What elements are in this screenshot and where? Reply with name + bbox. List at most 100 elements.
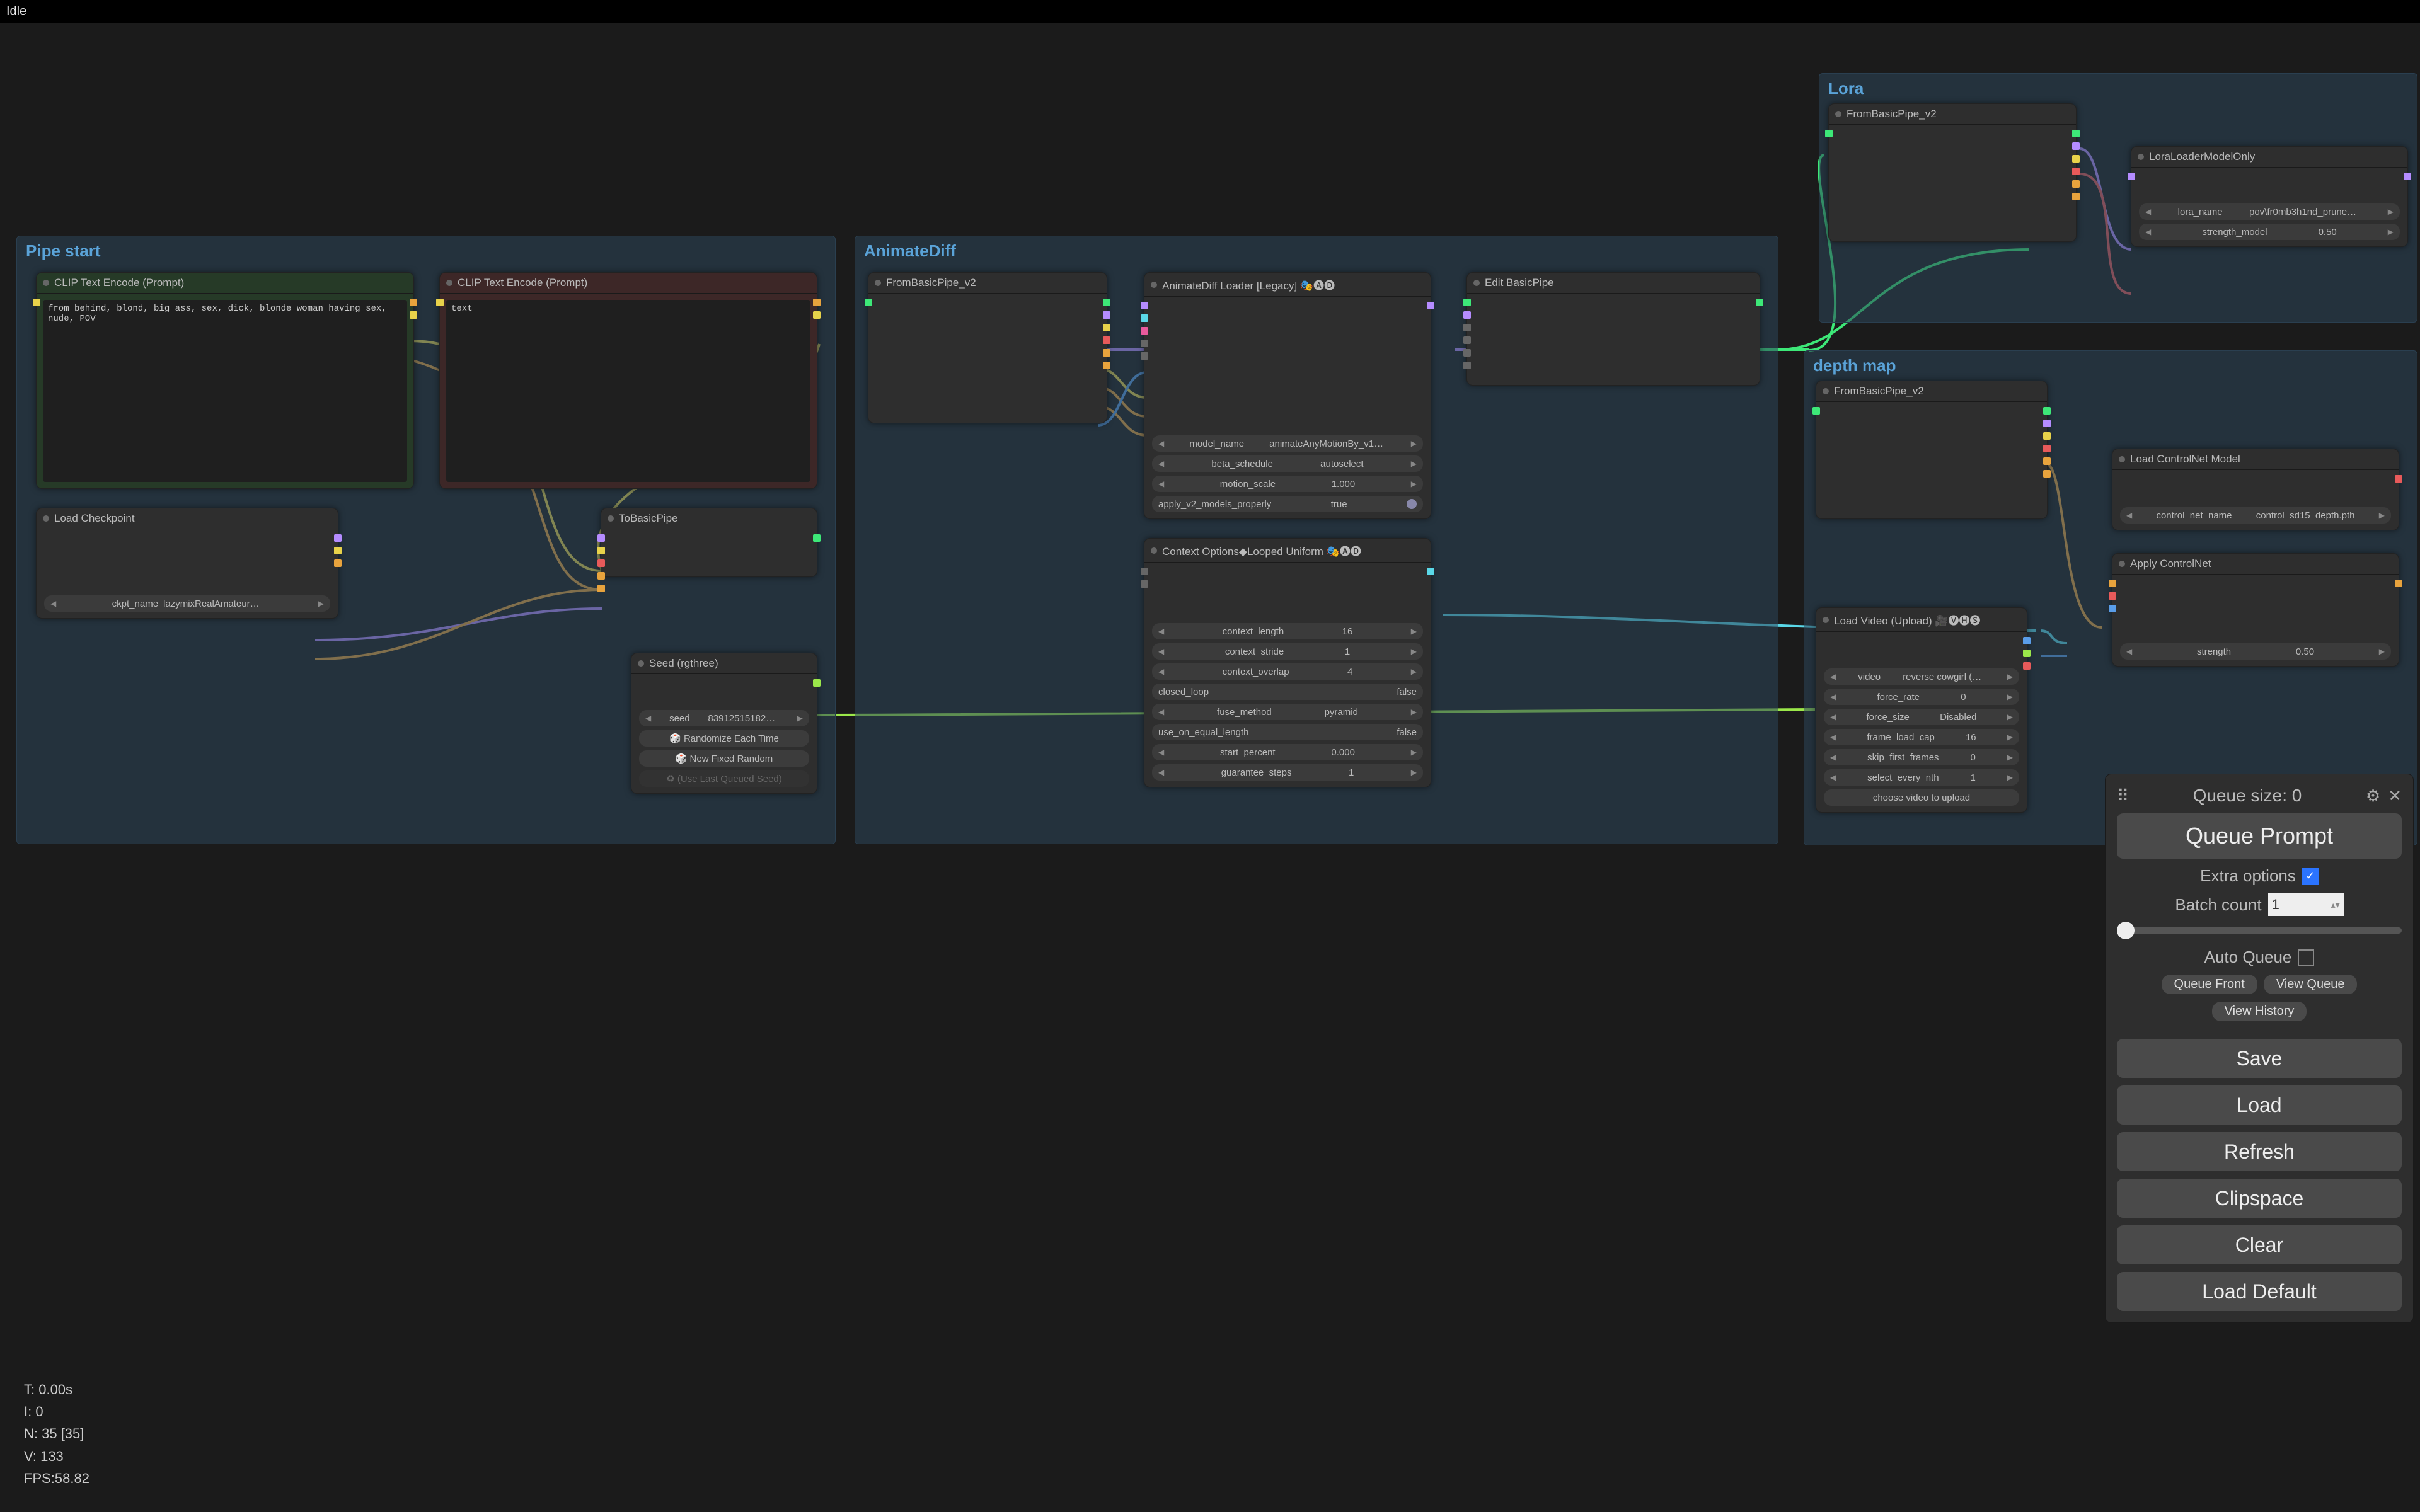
lora-name-widget[interactable]: ◀lora_namepov\fr0mb3h1nd_pruned.safetens… [2139, 203, 2400, 220]
randomize-each-time-button[interactable]: 🎲 Randomize Each Time [639, 730, 809, 747]
node-canvas[interactable]: Pipe start CLIP Text Encode (Prompt) fro… [0, 23, 2420, 1512]
select-every-nth-widget[interactable]: ◀select_every_nth1▶ [1824, 769, 2019, 786]
node-clip-text-encode-positive[interactable]: CLIP Text Encode (Prompt) from behind, b… [36, 272, 414, 489]
model-name-widget[interactable]: ◀model_nameanimateAnyMotionBy_v10.ckpt▶ [1152, 435, 1423, 452]
node-from-basicpipe-depth[interactable]: FromBasicPipe_v2 [1816, 381, 2048, 519]
batch-slider[interactable] [2117, 927, 2402, 934]
settings-icon[interactable]: ⚙ [2366, 786, 2380, 806]
top-bar: Idle [0, 0, 2420, 23]
group-title: Lora [1819, 74, 2417, 103]
node-clip-text-encode-negative[interactable]: CLIP Text Encode (Prompt) text [439, 272, 817, 489]
group-title: depth map [1804, 351, 2417, 381]
control-net-name-widget[interactable]: ◀control_net_namecontrol_sd15_depth.pth▶ [2120, 507, 2391, 524]
fuse-method-widget[interactable]: ◀fuse_methodpyramid▶ [1152, 704, 1423, 720]
auto-queue-label: Auto Queue [2204, 948, 2292, 967]
batch-count-input[interactable]: 1▴▾ [2268, 893, 2344, 916]
stat-t: T: 0.00s [24, 1378, 89, 1400]
node-title: Apply ControlNet [2112, 554, 2399, 575]
new-fixed-random-button[interactable]: 🎲 New Fixed Random [639, 750, 809, 767]
node-to-basicpipe[interactable]: ToBasicPipe [601, 508, 817, 577]
node-load-controlnet-model[interactable]: Load ControlNet Model ◀control_net_namec… [2112, 449, 2399, 530]
node-load-video-upload[interactable]: Load Video (Upload) 🎥🅥🅗🅢 ◀videoreverse c… [1816, 607, 2027, 813]
node-title: Load Checkpoint [37, 508, 338, 529]
node-title: CLIP Text Encode (Prompt) [37, 273, 413, 294]
node-apply-controlnet[interactable]: Apply ControlNet ◀strength0.50▶ [2112, 553, 2399, 667]
group-title: Pipe start [17, 236, 835, 266]
closed-loop-widget[interactable]: closed_loopfalse [1152, 684, 1423, 700]
group-depth-map[interactable]: depth map FromBasicPipe_v2 Load Video (U… [1804, 350, 2417, 845]
group-lora[interactable]: Lora FromBasicPipe_v2 LoraLoaderModelOnl… [1819, 73, 2417, 323]
node-title: AnimateDiff Loader [Legacy] 🎭🅐🅓 [1144, 273, 1431, 297]
auto-queue-checkbox[interactable] [2298, 949, 2314, 966]
extra-options-checkbox[interactable]: ✓ [2302, 868, 2319, 885]
node-context-options[interactable]: Context Options◆Looped Uniform 🎭🅐🅓 ◀cont… [1144, 538, 1431, 788]
use-on-equal-length-widget[interactable]: use_on_equal_lengthfalse [1152, 724, 1423, 740]
node-lora-loader-model-only[interactable]: LoraLoaderModelOnly ◀lora_namepov\fr0mb3… [2131, 146, 2408, 247]
extra-options-row[interactable]: Extra options ✓ [2117, 866, 2402, 886]
extra-options-label: Extra options [2200, 866, 2296, 886]
view-queue-button[interactable]: View Queue [2264, 975, 2358, 994]
apply-v2-widget[interactable]: apply_v2_models_properlytrue [1152, 496, 1423, 512]
ckpt-name-widget[interactable]: ◀ ckpt_namelazymixRealAmateur_v40.safete… [44, 595, 330, 612]
node-animatediff-loader[interactable]: AnimateDiff Loader [Legacy] 🎭🅐🅓 ◀model_n… [1144, 272, 1431, 519]
refresh-button[interactable]: Refresh [2117, 1132, 2402, 1171]
queue-menu[interactable]: ⠿ Queue size: 0 ⚙ ✕ Queue Prompt Extra o… [2105, 774, 2414, 1323]
node-title: Load Video (Upload) 🎥🅥🅗🅢 [1816, 608, 2027, 632]
queue-front-button[interactable]: Queue Front [2162, 975, 2257, 994]
context-overlap-widget[interactable]: ◀context_overlap4▶ [1152, 663, 1423, 680]
drag-handle-icon[interactable]: ⠿ [2117, 786, 2129, 806]
frame-load-cap-widget[interactable]: ◀frame_load_cap16▶ [1824, 729, 2019, 745]
skip-first-frames-widget[interactable]: ◀skip_first_frames0▶ [1824, 749, 2019, 765]
queue-prompt-button[interactable]: Queue Prompt [2117, 813, 2402, 859]
stat-n: N: 35 [35] [24, 1423, 89, 1445]
node-load-checkpoint[interactable]: Load Checkpoint ◀ ckpt_namelazymixRealAm… [36, 508, 338, 619]
save-button[interactable]: Save [2117, 1039, 2402, 1078]
node-title: FromBasicPipe_v2 [1829, 104, 2076, 125]
node-from-basicpipe-ad[interactable]: FromBasicPipe_v2 [868, 272, 1107, 423]
force-rate-widget[interactable]: ◀force_rate0▶ [1824, 689, 2019, 705]
strength-model-widget[interactable]: ◀strength_model0.50▶ [2139, 224, 2400, 240]
choose-video-button[interactable]: choose video to upload [1824, 789, 2019, 806]
prompt-text[interactable]: text [446, 300, 810, 482]
node-title: Context Options◆Looped Uniform 🎭🅐🅓 [1144, 539, 1431, 563]
video-widget[interactable]: ◀videoreverse cowgirl (1).mp4▶ [1824, 668, 2019, 685]
clipspace-button[interactable]: Clipspace [2117, 1179, 2402, 1218]
node-title: ToBasicPipe [601, 508, 817, 529]
stat-i: I: 0 [24, 1400, 89, 1423]
load-button[interactable]: Load [2117, 1085, 2402, 1125]
node-edit-basicpipe[interactable]: Edit BasicPipe [1466, 272, 1760, 386]
node-title: Edit BasicPipe [1467, 273, 1760, 294]
guarantee-steps-widget[interactable]: ◀guarantee_steps1▶ [1152, 764, 1423, 781]
context-length-widget[interactable]: ◀context_length16▶ [1152, 623, 1423, 639]
clear-button[interactable]: Clear [2117, 1225, 2402, 1264]
load-default-button[interactable]: Load Default [2117, 1272, 2402, 1311]
context-stride-widget[interactable]: ◀context_stride1▶ [1152, 643, 1423, 660]
status-text: Idle [6, 4, 26, 19]
force-size-widget[interactable]: ◀force_sizeDisabled▶ [1824, 709, 2019, 725]
view-history-button[interactable]: View History [2212, 1002, 2307, 1021]
node-title: FromBasicPipe_v2 [1816, 381, 2047, 402]
performance-stats: T: 0.00s I: 0 N: 35 [35] V: 133 FPS:58.8… [24, 1378, 89, 1489]
group-title: AnimateDiff [855, 236, 1778, 266]
strength-widget[interactable]: ◀strength0.50▶ [2120, 643, 2391, 660]
group-pipe-start[interactable]: Pipe start CLIP Text Encode (Prompt) fro… [16, 236, 836, 844]
auto-queue-row[interactable]: Auto Queue [2117, 948, 2402, 967]
node-seed-rgthree[interactable]: Seed (rgthree) ◀seed839125151827306▶ 🎲 R… [631, 653, 817, 794]
node-title: Load ControlNet Model [2112, 449, 2399, 470]
stat-fps: FPS:58.82 [24, 1467, 89, 1489]
use-last-queued-seed-button[interactable]: ♻ (Use Last Queued Seed) [639, 770, 809, 787]
seed-value[interactable]: ◀seed839125151827306▶ [639, 710, 809, 726]
motion-scale-widget[interactable]: ◀motion_scale1.000▶ [1152, 476, 1423, 492]
close-icon[interactable]: ✕ [2388, 786, 2402, 806]
node-title: Seed (rgthree) [631, 653, 817, 674]
group-animatediff[interactable]: AnimateDiff FromBasicPipe_v2 AnimateDiff… [855, 236, 1778, 844]
start-percent-widget[interactable]: ◀start_percent0.000▶ [1152, 744, 1423, 760]
beta-schedule-widget[interactable]: ◀beta_scheduleautoselect▶ [1152, 455, 1423, 472]
queue-size-label: Queue size: 0 [2136, 786, 2358, 806]
node-title: LoraLoaderModelOnly [2131, 147, 2407, 168]
node-from-basicpipe-lora[interactable]: FromBasicPipe_v2 [1828, 103, 2077, 242]
prompt-text[interactable]: from behind, blond, big ass, sex, dick, … [43, 300, 407, 482]
node-title: CLIP Text Encode (Prompt) [440, 273, 817, 294]
batch-count-label: Batch count [2175, 895, 2261, 915]
node-title: FromBasicPipe_v2 [868, 273, 1107, 294]
